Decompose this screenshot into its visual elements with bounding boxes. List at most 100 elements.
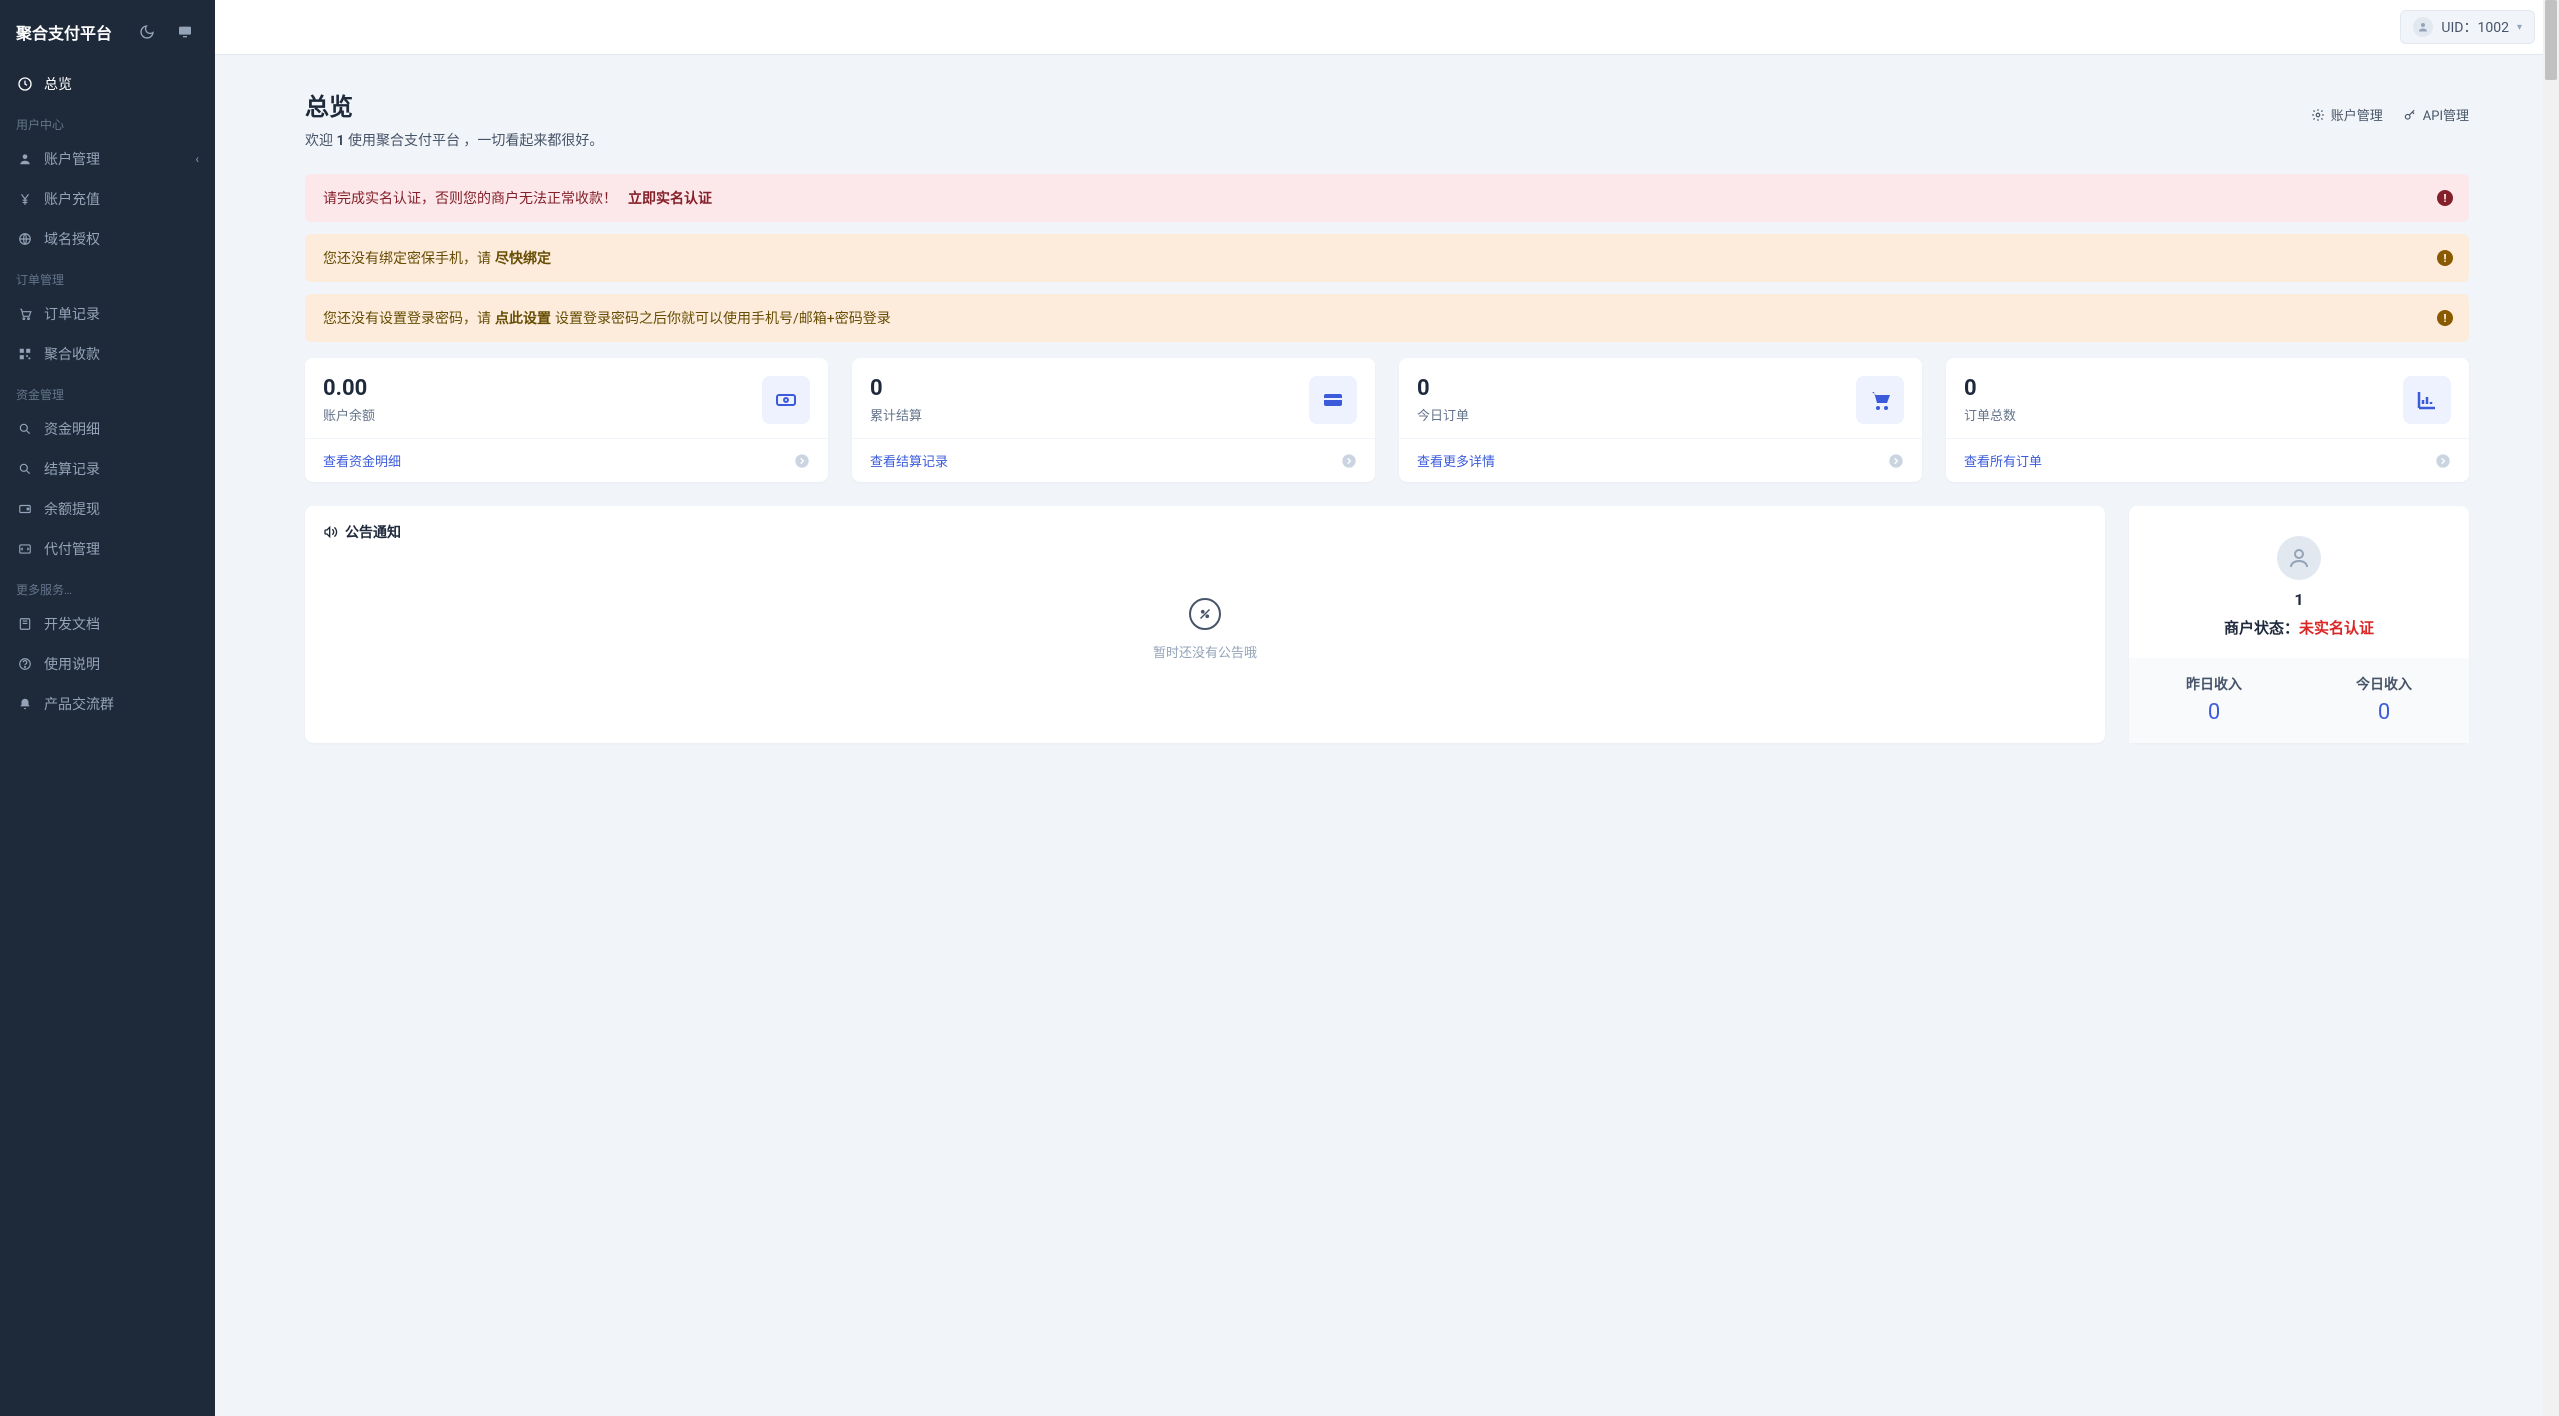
yen-icon	[16, 190, 34, 208]
user-menu[interactable]: UID：1002 ▾	[2400, 10, 2535, 44]
nav-label: 资金明细	[44, 419, 199, 439]
stat-today-orders: 0 今日订单 查看更多详情	[1399, 358, 1922, 482]
arrow-right-icon	[794, 453, 810, 469]
merchant-avatar-icon	[2277, 536, 2321, 580]
stat-link-balance[interactable]: 查看资金明细	[305, 438, 828, 482]
nav-account-mgmt[interactable]: 账户管理 ‹	[0, 139, 215, 179]
nav-label: 使用说明	[44, 654, 199, 674]
link-bind-phone[interactable]: 尽快绑定	[495, 248, 551, 268]
nav-label: 总览	[44, 74, 199, 94]
app-title: 聚合支付平台	[16, 20, 123, 44]
stat-link-today[interactable]: 查看更多详情	[1399, 438, 1922, 482]
notice-empty: 暂时还没有公告哦	[305, 558, 2105, 741]
cart-icon	[1856, 376, 1904, 424]
uid-label: UID：1002	[2441, 17, 2509, 37]
nav-label: 聚合收款	[44, 344, 199, 364]
nav-label: 结算记录	[44, 459, 199, 479]
stat-balance: 0.00 账户余额 查看资金明细	[305, 358, 828, 482]
nav-section-fund: 资金管理	[0, 374, 215, 409]
globe-icon	[16, 230, 34, 248]
stat-value: 0	[1417, 376, 1469, 401]
notice-header: 公告通知	[305, 506, 2105, 558]
nav-overview[interactable]: 总览	[0, 64, 215, 104]
page-actions: 账户管理 API管理	[2311, 105, 2469, 124]
stat-label: 订单总数	[1964, 405, 2016, 424]
user-icon	[16, 150, 34, 168]
page-subtitle: 欢迎 1 使用聚合支付平台 ，一切看起来都很好。	[305, 130, 603, 150]
page-title: 总览	[305, 87, 603, 122]
stat-link-total[interactable]: 查看所有订单	[1946, 438, 2469, 482]
nav-usage-guide[interactable]: 使用说明	[0, 644, 215, 684]
sidebar-header: 聚合支付平台	[0, 0, 215, 64]
nav-label: 代付管理	[44, 539, 199, 559]
nav-aggregate-pay[interactable]: 聚合收款	[0, 334, 215, 374]
notice-panel: 公告通知 暂时还没有公告哦	[305, 506, 2105, 743]
nav-label: 余额提现	[44, 499, 199, 519]
search-icon	[16, 460, 34, 478]
merchant-status: 商户状态：未实名认证	[2147, 617, 2451, 638]
key-icon	[2403, 108, 2417, 122]
action-account-mgmt[interactable]: 账户管理	[2311, 105, 2383, 124]
merchant-name: 1	[2147, 590, 2451, 609]
stat-value: 0	[870, 376, 922, 401]
theme-toggle-icon[interactable]	[133, 18, 161, 46]
stat-label: 账户余额	[323, 405, 375, 424]
arrow-right-icon	[2435, 453, 2451, 469]
alert-set-password: 您还没有设置登录密码，请 点此设置 设置登录密码之后你就可以使用手机号/邮箱+密…	[305, 294, 2469, 342]
help-icon	[16, 655, 34, 673]
nav-account-recharge[interactable]: 账户充值	[0, 179, 215, 219]
money-icon	[762, 376, 810, 424]
megaphone-icon	[323, 524, 339, 540]
avatar-icon	[2413, 17, 2433, 37]
gear-icon	[2311, 108, 2325, 122]
link-verify-now[interactable]: 立即实名认证	[628, 188, 712, 208]
stat-value: 0.00	[323, 376, 375, 401]
stat-link-settled[interactable]: 查看结算记录	[852, 438, 1375, 482]
nav-fund-detail[interactable]: 资金明细	[0, 409, 215, 449]
nav-order-records[interactable]: 订单记录	[0, 294, 215, 334]
nav-payout-mgmt[interactable]: 代付管理	[0, 529, 215, 569]
scrollbar-thumb[interactable]	[2545, 0, 2557, 80]
alert-icon: !	[2437, 310, 2453, 326]
nav-domain-auth[interactable]: 域名授权	[0, 219, 215, 259]
nav-balance-withdraw[interactable]: 余额提现	[0, 489, 215, 529]
stat-settled: 0 累计结算 查看结算记录	[852, 358, 1375, 482]
nav-settle-records[interactable]: 结算记录	[0, 449, 215, 489]
sidebar: 聚合支付平台 总览 用户中心 账户管理 ‹ 账户充值 域名授权 订单管理	[0, 0, 215, 1416]
transfer-icon	[16, 540, 34, 558]
nav-label: 域名授权	[44, 229, 199, 249]
book-icon	[16, 615, 34, 633]
stat-total-orders: 0 订单总数 查看所有订单	[1946, 358, 2469, 482]
main: UID：1002 ▾ 总览 欢迎 1 使用聚合支付平台 ，一切看起来都很好。 账…	[215, 0, 2559, 1416]
nav-section-order: 订单管理	[0, 259, 215, 294]
nav-label: 开发文档	[44, 614, 199, 634]
arrow-right-icon	[1341, 453, 1357, 469]
stat-value: 0	[1964, 376, 2016, 401]
bottom-row: 公告通知 暂时还没有公告哦 1	[305, 506, 2469, 743]
chevron-down-icon: ▾	[2517, 22, 2522, 33]
nav-label: 产品交流群	[44, 694, 199, 714]
content: 总览 欢迎 1 使用聚合支付平台 ，一切看起来都很好。 账户管理 API管理	[215, 55, 2559, 775]
action-api-mgmt[interactable]: API管理	[2403, 105, 2469, 124]
stat-label: 累计结算	[870, 405, 922, 424]
nav-section-more: 更多服务…	[0, 569, 215, 604]
empty-icon	[1189, 598, 1221, 630]
search-icon	[16, 420, 34, 438]
page-header: 总览 欢迎 1 使用聚合支付平台 ，一切看起来都很好。 账户管理 API管理	[305, 87, 2469, 150]
stat-yesterday-income: 昨日收入 0	[2129, 674, 2299, 725]
chart-icon	[2403, 376, 2451, 424]
nav-label: 账户管理	[44, 149, 185, 169]
dashboard-icon	[16, 75, 34, 93]
wallet-icon	[16, 500, 34, 518]
monitor-icon[interactable]	[171, 18, 199, 46]
alert-verify: 请完成实名认证，否则您的商户无法正常收款！ 立即实名认证 !	[305, 174, 2469, 222]
merchant-panel: 1 商户状态：未实名认证 昨日收入 0 今日收入 0	[2129, 506, 2469, 743]
bell-icon	[16, 695, 34, 713]
nav-section-user: 用户中心	[0, 104, 215, 139]
alert-icon: !	[2437, 190, 2453, 206]
scrollbar[interactable]	[2543, 0, 2559, 1416]
nav-product-group[interactable]: 产品交流群	[0, 684, 215, 724]
link-set-password[interactable]: 点此设置	[495, 308, 551, 328]
stat-grid: 0.00 账户余额 查看资金明细 0 累计结算	[305, 358, 2469, 482]
nav-dev-docs[interactable]: 开发文档	[0, 604, 215, 644]
